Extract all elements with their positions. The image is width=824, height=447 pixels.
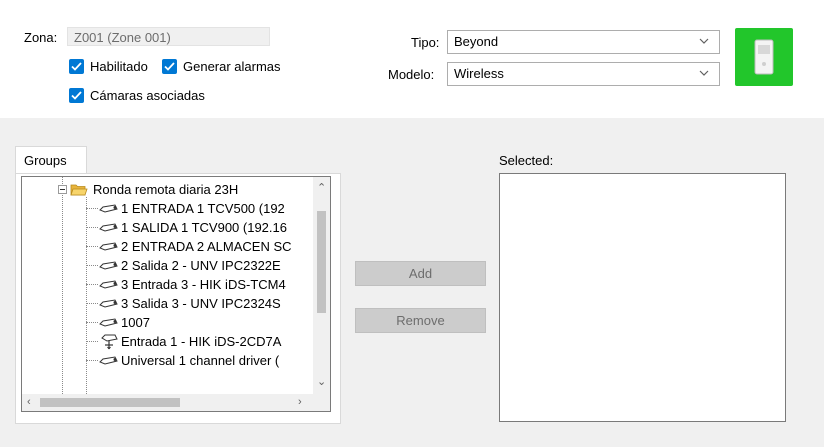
horizontal-scrollbar[interactable]: ‹ ›: [22, 394, 314, 411]
tree-item-label: Entrada 1 - HIK iDS-2CD7A: [121, 334, 282, 349]
tree-connector: [86, 284, 98, 285]
habilitado-checkbox[interactable]: Habilitado: [69, 59, 148, 74]
zona-label: Zona:: [24, 30, 58, 45]
check-icon: [162, 59, 177, 74]
modelo-select[interactable]: Wireless: [447, 62, 720, 86]
camera-icon: [99, 279, 118, 289]
habilitado-label: Habilitado: [90, 59, 148, 74]
tree-connector: [86, 303, 98, 304]
add-button[interactable]: Add: [355, 261, 486, 286]
tree-connector: [86, 360, 98, 361]
collapse-icon[interactable]: [58, 185, 67, 194]
tree-item[interactable]: 1 SALIDA 1 TCV900 (192.16: [86, 218, 287, 237]
camera-icon: [99, 222, 118, 232]
tree-folder-row[interactable]: Ronda remota diaria 23H: [58, 180, 238, 199]
horizontal-scroll-thumb[interactable]: [40, 398, 180, 407]
tree-item-label: 3 Entrada 3 - HIK iDS-TCM4: [121, 277, 286, 292]
scroll-down-icon[interactable]: ⌄: [317, 377, 326, 388]
tree-connector: [86, 246, 98, 247]
chevron-down-icon: [699, 70, 709, 76]
tipo-select[interactable]: Beyond: [447, 30, 720, 54]
camera-icon: [99, 203, 118, 213]
tree-item-label: 1007: [121, 315, 150, 330]
modelo-label: Modelo:: [388, 67, 435, 82]
scroll-up-icon[interactable]: ⌃: [317, 183, 326, 194]
selected-label: Selected:: [499, 153, 554, 168]
vertical-scroll-thumb[interactable]: [317, 211, 326, 313]
camaras-asociadas-label: Cámaras asociadas: [90, 88, 205, 103]
check-icon: [69, 88, 84, 103]
tree-item-label: 2 ENTRADA 2 ALMACEN SC: [121, 239, 292, 254]
scroll-left-icon[interactable]: ‹: [27, 397, 31, 408]
tree-item[interactable]: 1007: [86, 313, 150, 332]
camera-icon: [99, 317, 118, 327]
folder-open-icon: [70, 184, 88, 196]
tree-connector: [86, 208, 98, 209]
tree-item[interactable]: Universal 1 channel driver (: [86, 351, 279, 370]
tree-connector: [86, 265, 98, 266]
ptz-camera-icon: [101, 334, 118, 349]
generar-alarmas-checkbox[interactable]: Generar alarmas: [162, 59, 281, 74]
camera-icon: [99, 355, 118, 365]
check-icon: [69, 59, 84, 74]
generar-alarmas-label: Generar alarmas: [183, 59, 281, 74]
vertical-scrollbar[interactable]: ⌃ ⌄: [313, 177, 330, 396]
tipo-label: Tipo:: [411, 35, 440, 50]
scroll-right-icon[interactable]: ›: [298, 397, 302, 408]
zona-field: Z001 (Zone 001): [67, 27, 270, 46]
tree-item[interactable]: 2 ENTRADA 2 ALMACEN SC: [86, 237, 292, 256]
camera-icon: [99, 260, 118, 270]
camaras-asociadas-checkbox[interactable]: Cámaras asociadas: [69, 88, 205, 103]
remove-button[interactable]: Remove: [355, 308, 486, 333]
tree-connector: [86, 322, 98, 323]
tipo-value: Beyond: [454, 34, 499, 49]
tree-item[interactable]: Entrada 1 - HIK iDS-2CD7A: [86, 332, 281, 351]
chevron-down-icon: [699, 38, 709, 44]
tree-item-label: Universal 1 channel driver (: [121, 353, 280, 368]
camera-icon: [99, 241, 118, 251]
modelo-value: Wireless: [454, 66, 504, 81]
tree-folder-label: Ronda remota diaria 23H: [93, 182, 239, 197]
camera-icon: [99, 298, 118, 308]
tree-connector: [62, 177, 63, 396]
scrollbar-corner: [313, 394, 330, 411]
selected-list[interactable]: [499, 173, 786, 422]
tree-item[interactable]: 3 Salida 3 - UNV IPC2324S: [86, 294, 281, 313]
groups-tree[interactable]: Ronda remota diaria 23H 1 ENTRADA 1 TCV5…: [21, 176, 331, 412]
tree-item-label: 2 Salida 2 - UNV IPC2322E: [121, 258, 281, 273]
tree-item[interactable]: 1 ENTRADA 1 TCV500 (192: [86, 199, 285, 218]
tab-groups[interactable]: Groups: [15, 146, 87, 174]
tree-item[interactable]: 2 Salida 2 - UNV IPC2322E: [86, 256, 281, 275]
wireless-sensor-icon: [735, 28, 793, 86]
tree-item-label: 1 ENTRADA 1 TCV500 (192: [121, 201, 285, 216]
tree-item[interactable]: 3 Entrada 3 - HIK iDS-TCM4: [86, 275, 286, 294]
tree-item-label: 1 SALIDA 1 TCV900 (192.16: [121, 220, 287, 235]
tree-item-label: 3 Salida 3 - UNV IPC2324S: [121, 296, 281, 311]
tree-connector: [86, 227, 98, 228]
tree-connector: [86, 341, 98, 342]
